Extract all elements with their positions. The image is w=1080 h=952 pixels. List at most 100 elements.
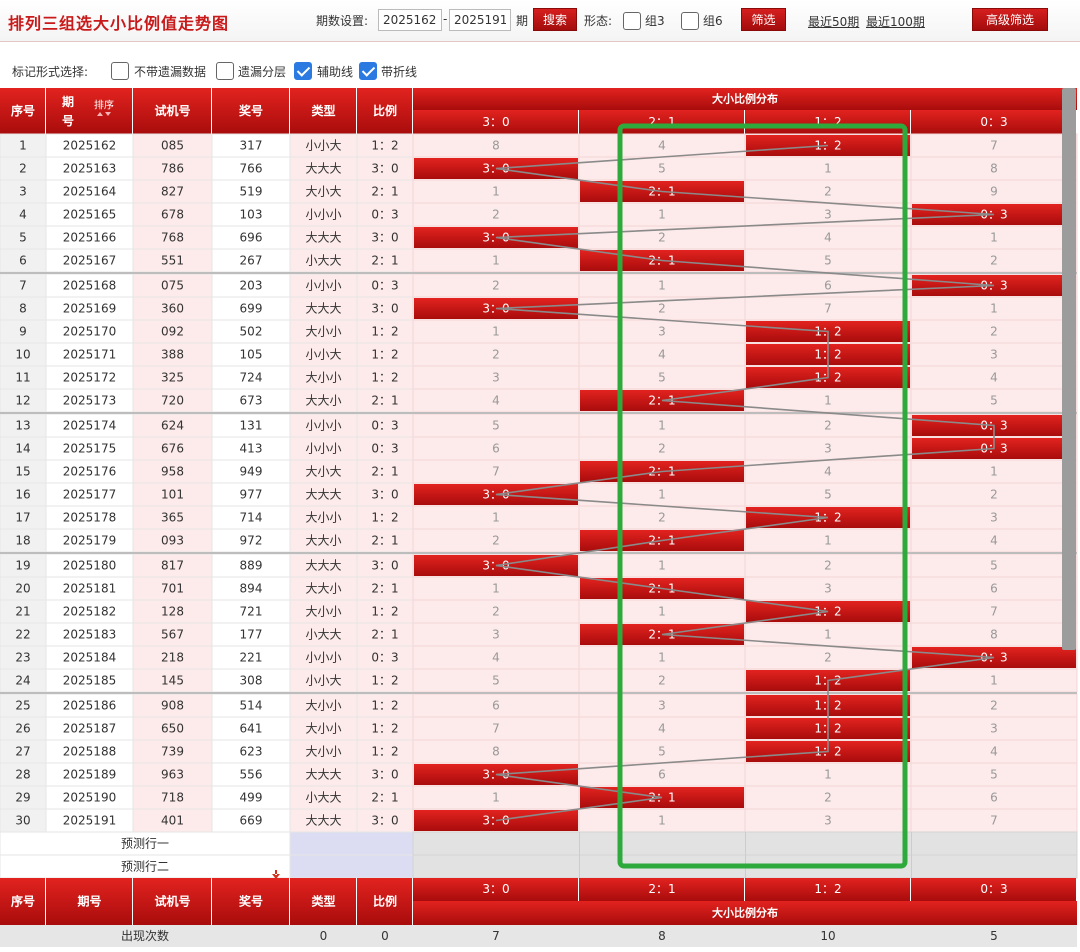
dist-omission-value: 8 (492, 745, 500, 759)
footer-header-period: 期号 (77, 894, 101, 909)
footer-dist-label-1: 2：1 (648, 882, 675, 896)
dist-omission-value: 6 (990, 791, 998, 805)
row-prize: 641 (240, 722, 263, 736)
row-ratio: 0：3 (371, 419, 398, 433)
row-seq: 25 (15, 699, 30, 713)
dist-omission-value: 4 (658, 722, 666, 736)
group6-checkbox[interactable] (681, 12, 699, 30)
row-period: 2025174 (63, 419, 116, 433)
dist-omission-value: 1 (658, 208, 666, 222)
row-type: 小大大 (305, 791, 341, 805)
row-seq: 27 (15, 745, 30, 759)
row-prize: 203 (240, 279, 263, 293)
header-dist-label-3: 0：3 (980, 115, 1007, 129)
dist-omission-value: 1 (990, 465, 998, 479)
dist-omission-value: 7 (824, 302, 832, 316)
dist-omission-value: 4 (990, 534, 998, 548)
row-prize: 514 (240, 699, 263, 713)
recent-50-link[interactable]: 最近50期 (808, 13, 859, 30)
polyline-checkbox[interactable] (359, 62, 377, 80)
period-unit: 期 (516, 14, 529, 28)
row-ratio: 3：0 (371, 559, 398, 573)
dist-omission-value: 2 (658, 302, 666, 316)
advanced-filter-button[interactable]: 高级筛选 (972, 8, 1048, 31)
row-prize: 221 (240, 651, 263, 665)
row-ratio: 2：1 (371, 394, 398, 408)
vertical-scrollbar[interactable] (1062, 88, 1076, 650)
row-type: 大小小 (305, 511, 341, 525)
row-prize: 317 (240, 139, 263, 153)
dist-omission-value: 3 (658, 325, 666, 339)
filter-button[interactable]: 筛选 (741, 8, 786, 31)
dist-omission-value: 2 (990, 325, 998, 339)
row-period: 2025169 (63, 302, 116, 316)
row-ratio: 2：1 (371, 254, 398, 268)
dist-omission-value: 1 (658, 814, 666, 828)
predict-divider (579, 855, 580, 878)
row-period: 2025173 (63, 394, 116, 408)
guide-line-checkbox[interactable] (294, 62, 312, 80)
sort-button[interactable]: 排序 (94, 99, 114, 112)
row-trial: 401 (161, 814, 184, 828)
row-prize: 721 (240, 605, 263, 619)
row-period: 2025183 (63, 628, 116, 642)
header-type: 类型 (311, 103, 335, 118)
top-toolbar: 排列三组选大小比例值走势图 期数设置: - 期 搜索 形态: 组3 组6 筛选 … (0, 0, 1080, 42)
group-divider (0, 552, 1077, 554)
recent-100-link[interactable]: 最近100期 (866, 13, 925, 30)
period-end-input[interactable] (449, 9, 511, 31)
row-type: 大大大 (305, 768, 341, 782)
dist-omission-value: 1 (824, 534, 832, 548)
row-period: 2025176 (63, 465, 116, 479)
row-type: 大大大 (305, 162, 341, 176)
row-type: 小小大 (305, 348, 341, 362)
dist-omission-value: 4 (990, 371, 998, 385)
row-type: 大大小 (305, 582, 341, 596)
row-type: 大大大 (305, 488, 341, 502)
header-dist-label-0: 3：0 (482, 115, 509, 129)
row-ratio: 1：2 (371, 674, 398, 688)
dist-omission-value: 2 (824, 559, 832, 573)
row-seq: 18 (15, 534, 30, 548)
row-prize: 977 (240, 488, 263, 502)
dist-omission-value: 8 (990, 628, 998, 642)
dist-omission-value: 1 (990, 302, 998, 316)
search-button[interactable]: 搜索 (533, 8, 577, 31)
dist-omission-value: 7 (492, 722, 500, 736)
dist-omission-value: 2 (824, 651, 832, 665)
row-trial: 218 (161, 651, 184, 665)
row-prize: 623 (240, 745, 263, 759)
dist-omission-value: 5 (990, 394, 998, 408)
row-period: 2025186 (63, 699, 116, 713)
row-ratio: 1：2 (371, 722, 398, 736)
row-ratio: 2：1 (371, 534, 398, 548)
period-start-input[interactable] (378, 9, 442, 31)
row-type: 小大大 (305, 628, 341, 642)
row-type: 大大小 (305, 394, 341, 408)
dist-omission-value: 5 (824, 488, 832, 502)
dist-omission-value: 2 (658, 511, 666, 525)
row-prize: 894 (240, 582, 263, 596)
row-trial: 388 (161, 348, 184, 362)
dist-omission-value: 1 (824, 394, 832, 408)
row-prize: 519 (240, 185, 263, 199)
omission-layer-checkbox[interactable] (216, 62, 234, 80)
row-period: 2025190 (63, 791, 116, 805)
dist-omission-value: 5 (658, 371, 666, 385)
row-type: 小小小 (305, 419, 341, 433)
row-seq: 1 (19, 139, 27, 153)
group6-label: 组6 (703, 14, 723, 28)
mark-options-label: 标记形式选择: (12, 65, 89, 79)
row-prize: 177 (240, 628, 263, 642)
group3-checkbox[interactable] (623, 12, 641, 30)
row-prize: 308 (240, 674, 263, 688)
dist-omission-value: 1 (492, 254, 500, 268)
dist-omission-value: 1 (658, 651, 666, 665)
dist-omission-value: 3 (990, 722, 998, 736)
dist-omission-value: 5 (492, 419, 500, 433)
dist-omission-value: 2 (492, 534, 500, 548)
row-period: 2025167 (63, 254, 116, 268)
no-omission-checkbox[interactable] (111, 62, 129, 80)
dist-omission-value: 5 (824, 254, 832, 268)
row-seq: 8 (19, 302, 27, 316)
